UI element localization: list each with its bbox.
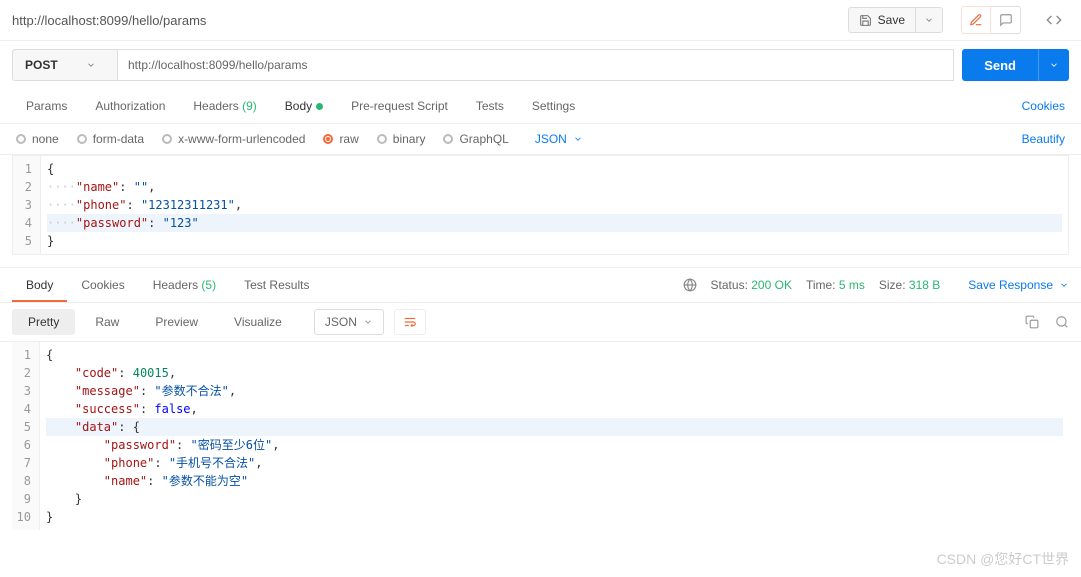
body-type-raw-label: raw: [339, 132, 358, 146]
response-editor-code: { "code": 40015, "message": "参数不合法", "su…: [40, 342, 1069, 530]
time-block: Time: 5 ms: [806, 278, 865, 292]
save-group: Save: [848, 7, 943, 33]
body-type-graphql-label: GraphQL: [459, 132, 508, 146]
response-stats: Status: 200 OK Time: 5 ms Size: 318 B Sa…: [683, 270, 1069, 300]
request-tabs: Params Authorization Headers (9) Body Pr…: [0, 89, 1081, 124]
status-block: Status: 200 OK: [711, 278, 792, 292]
code-icon: [1046, 12, 1062, 28]
tab-settings[interactable]: Settings: [518, 89, 589, 123]
tab-headers-label: Headers: [193, 99, 238, 113]
tab-body[interactable]: Body: [271, 89, 337, 123]
send-dropdown-button[interactable]: [1038, 49, 1069, 81]
method-select[interactable]: POST: [12, 49, 117, 81]
wrap-icon: [403, 315, 417, 329]
chevron-down-icon: [924, 15, 934, 25]
save-response-label: Save Response: [968, 278, 1053, 292]
watermark: CSDN @您好CT世界: [937, 549, 1069, 569]
response-view-pretty[interactable]: Pretty: [12, 309, 75, 335]
response-tab-headers-label: Headers: [153, 278, 198, 292]
tab-headers[interactable]: Headers (9): [179, 89, 270, 123]
raw-format-label: JSON: [535, 132, 567, 146]
response-tab-cookies[interactable]: Cookies: [67, 268, 138, 302]
body-type-form-data[interactable]: form-data: [77, 132, 144, 146]
chevron-down-icon: [1049, 60, 1059, 70]
beautify-button[interactable]: Beautify: [1022, 132, 1065, 146]
body-type-form-data-label: form-data: [93, 132, 144, 146]
radio-icon: [77, 134, 87, 144]
wrap-lines-button[interactable]: [394, 309, 426, 335]
raw-format-select[interactable]: JSON: [535, 132, 583, 146]
headers-count: (9): [242, 99, 257, 113]
response-tools: [1025, 315, 1069, 329]
size-block: Size: 318 B: [879, 278, 940, 292]
save-icon: [859, 14, 872, 27]
tab-params[interactable]: Params: [12, 89, 81, 123]
body-type-none[interactable]: none: [16, 132, 59, 146]
request-title: http://localhost:8099/hello/params: [12, 13, 840, 28]
response-toolbar: Pretty Raw Preview Visualize JSON: [0, 303, 1081, 342]
response-format-select[interactable]: JSON: [314, 309, 384, 335]
response-headers-count: (5): [201, 278, 216, 292]
response-tab-tests[interactable]: Test Results: [230, 268, 323, 302]
response-tabs: Body Cookies Headers (5) Test Results St…: [0, 267, 1081, 303]
body-indicator-dot: [316, 103, 323, 110]
save-response-button[interactable]: Save Response: [968, 278, 1069, 292]
comment-button[interactable]: [991, 6, 1021, 34]
response-tab-headers[interactable]: Headers (5): [139, 268, 230, 302]
edit-button[interactable]: [961, 6, 991, 34]
body-type-xwww-label: x-www-form-urlencoded: [178, 132, 305, 146]
body-type-graphql[interactable]: GraphQL: [443, 132, 508, 146]
body-type-xwww[interactable]: x-www-form-urlencoded: [162, 132, 305, 146]
chevron-down-icon: [573, 134, 583, 144]
response-view-visualize[interactable]: Visualize: [218, 309, 298, 335]
body-types: none form-data x-www-form-urlencoded raw…: [0, 124, 1081, 155]
copy-icon: [1025, 315, 1039, 329]
response-view-raw[interactable]: Raw: [79, 309, 135, 335]
save-button-label: Save: [878, 13, 905, 27]
radio-icon: [377, 134, 387, 144]
save-button[interactable]: Save: [848, 7, 916, 33]
method-label: POST: [25, 58, 58, 72]
body-type-none-label: none: [32, 132, 59, 146]
response-view-preview[interactable]: Preview: [139, 309, 214, 335]
body-type-binary-label: binary: [393, 132, 426, 146]
pencil-icon: [969, 13, 983, 27]
response-body-editor[interactable]: 12345678910 { "code": 40015, "message": …: [12, 342, 1069, 530]
tab-tests[interactable]: Tests: [462, 89, 518, 123]
editor-code[interactable]: { ····"name": "", ····"phone": "12312311…: [41, 156, 1068, 254]
cookies-link[interactable]: Cookies: [1018, 89, 1069, 123]
search-button[interactable]: [1055, 315, 1069, 329]
radio-icon: [162, 134, 172, 144]
comment-icon: [999, 13, 1013, 27]
copy-button[interactable]: [1025, 315, 1039, 329]
url-row: POST Send: [0, 41, 1081, 89]
search-icon: [1055, 315, 1069, 329]
url-input[interactable]: [117, 49, 954, 81]
response-editor-gutter: 12345678910: [12, 342, 40, 530]
tab-authorization[interactable]: Authorization: [81, 89, 179, 123]
radio-icon: [16, 134, 26, 144]
radio-icon: [443, 134, 453, 144]
tab-body-label: Body: [285, 99, 312, 113]
body-type-binary[interactable]: binary: [377, 132, 426, 146]
send-button[interactable]: Send: [962, 49, 1038, 81]
tab-prerequest[interactable]: Pre-request Script: [337, 89, 462, 123]
send-group: Send: [962, 49, 1069, 81]
response-tab-body[interactable]: Body: [12, 268, 67, 302]
chevron-down-icon: [363, 317, 373, 327]
request-header: http://localhost:8099/hello/params Save: [0, 0, 1081, 41]
body-type-raw[interactable]: raw: [323, 132, 358, 146]
save-dropdown-button[interactable]: [916, 7, 943, 33]
response-format-label: JSON: [325, 315, 357, 329]
globe-icon[interactable]: [683, 278, 697, 292]
code-panel-button[interactable]: [1039, 6, 1069, 34]
radio-icon: [323, 134, 333, 144]
chevron-down-icon: [86, 60, 96, 70]
editor-gutter: 1 2 3 4 5: [13, 156, 41, 254]
chevron-down-icon: [1059, 280, 1069, 290]
request-body-editor[interactable]: 1 2 3 4 5 { ····"name": "", ····"phone":…: [12, 155, 1069, 255]
